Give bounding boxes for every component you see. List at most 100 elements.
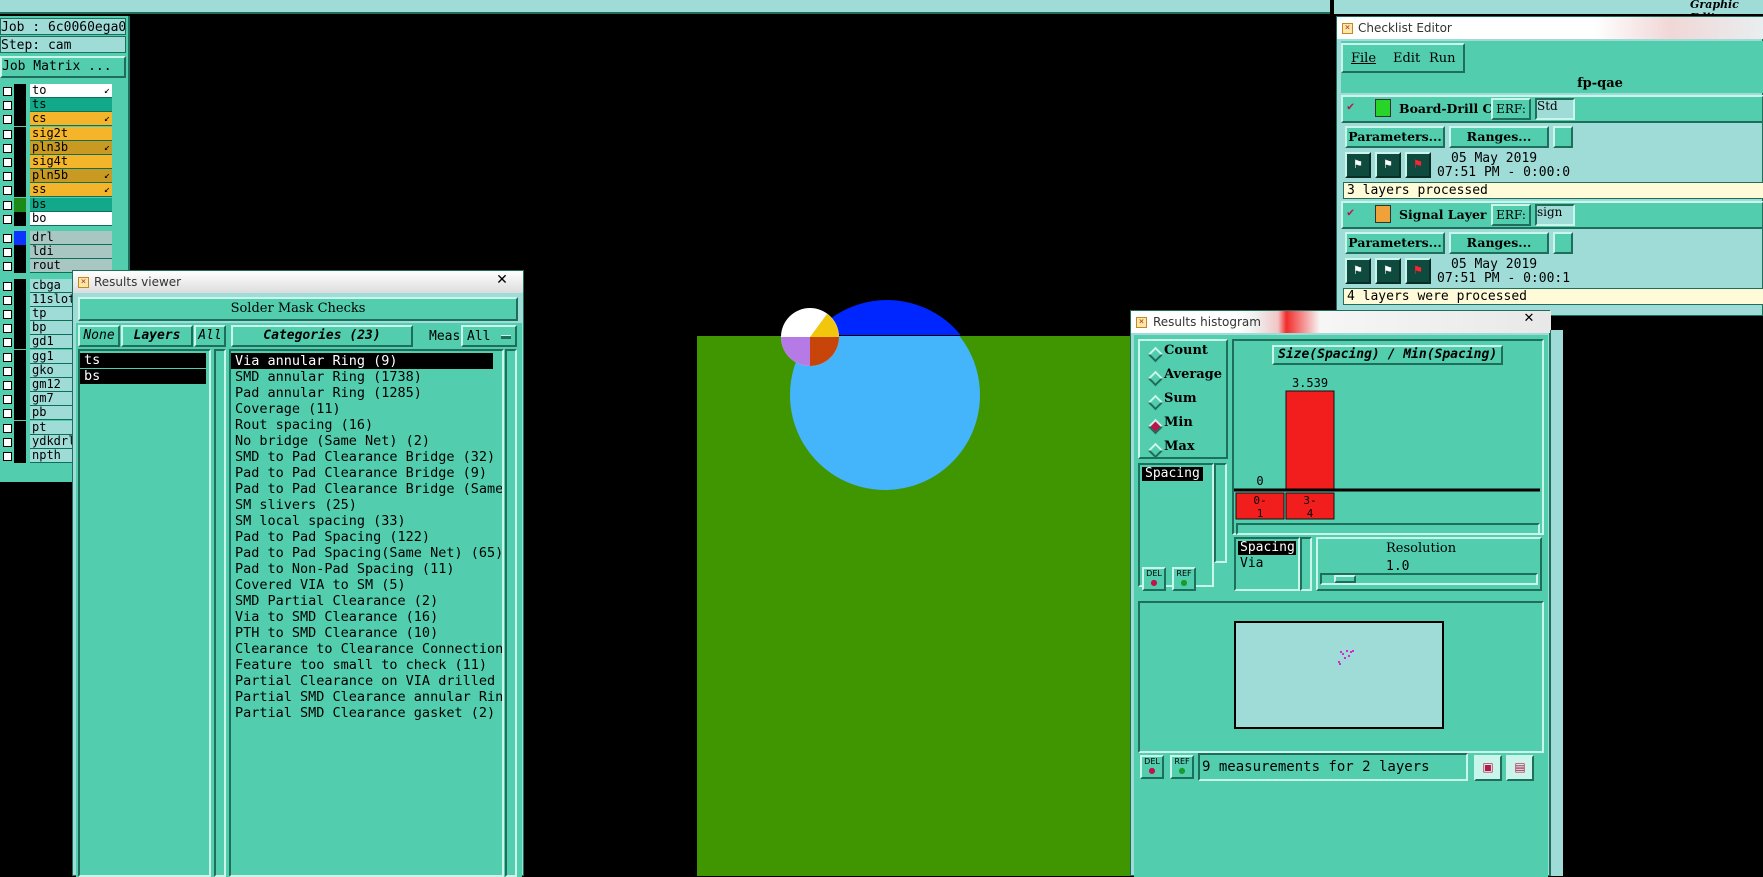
del-button-bottom[interactable]: DEL ●	[1140, 755, 1164, 779]
type-list-scrollbar[interactable]	[1300, 537, 1312, 591]
layer-checkbox[interactable]	[3, 409, 12, 419]
layer-checkbox[interactable]	[3, 324, 12, 334]
parameters-button[interactable]: Parameters...	[1345, 126, 1445, 148]
layer-checkbox[interactable]	[3, 338, 12, 348]
layer-name[interactable]: drl	[30, 231, 112, 245]
more-button[interactable]	[1553, 232, 1573, 254]
category-list-item[interactable]: Via to SMD Clearance (16)	[231, 609, 438, 625]
run-icon[interactable]: ⚑	[1345, 152, 1371, 178]
mode-radio-max[interactable]	[1147, 442, 1164, 459]
category-list-item[interactable]: Via annular Ring (9)	[231, 353, 493, 369]
layer-checkbox[interactable]	[3, 423, 12, 433]
category-list-item[interactable]: Feature too small to check (11)	[231, 657, 487, 673]
layer-checkbox[interactable]	[3, 129, 12, 139]
mode-label-max[interactable]: Max	[1164, 439, 1195, 454]
mode-radio-sum[interactable]	[1147, 394, 1164, 411]
preview-area[interactable]	[1234, 621, 1444, 729]
more-button[interactable]	[1553, 126, 1573, 148]
category-list-item[interactable]: SM local spacing (33)	[231, 513, 406, 529]
category-list-item[interactable]: Pad to Non-Pad Spacing (11)	[231, 561, 454, 577]
category-list-item[interactable]: PTH to SMD Clearance (10)	[231, 625, 438, 641]
export-icon[interactable]: ▣	[1474, 755, 1502, 781]
erf-label[interactable]: ERF:	[1491, 204, 1531, 226]
close-icon[interactable]: ✕	[1519, 311, 1539, 327]
category-list-item[interactable]: SM slivers (25)	[231, 497, 357, 513]
layer-checkbox[interactable]	[3, 200, 12, 210]
resolution-slider[interactable]	[1320, 573, 1538, 585]
type-item-via[interactable]: Via	[1238, 557, 1263, 571]
layer-checkbox[interactable]	[3, 214, 12, 224]
layer-name[interactable]: ldi	[30, 245, 112, 260]
menu-run[interactable]: Run	[1429, 51, 1456, 66]
layer-checkbox[interactable]	[3, 115, 12, 125]
report-icon[interactable]: ▤	[1506, 755, 1534, 781]
layer-list-item[interactable]: bs	[80, 369, 206, 384]
layer-name[interactable]: pln3b ↙	[30, 140, 112, 155]
layer-name[interactable]: bs	[30, 197, 112, 212]
layer-name[interactable]: ss ↙	[30, 183, 112, 198]
layer-checkbox[interactable]	[3, 295, 12, 305]
resolution-slider-thumb[interactable]	[1334, 575, 1356, 583]
category-list-item[interactable]: Pad to Pad Spacing (122)	[231, 529, 430, 545]
layer-checkbox[interactable]	[3, 281, 12, 291]
layer-name[interactable]: sig4t	[30, 155, 112, 169]
category-list-item[interactable]: Pad to Pad Spacing(Same Net) (65)	[231, 545, 502, 561]
layer-name[interactable]: sig2t	[30, 126, 112, 141]
layer-name[interactable]: cs ↙	[30, 112, 112, 127]
ref-button-bottom[interactable]: REF ●	[1170, 755, 1194, 779]
category-list-item[interactable]: Partial SMD Clearance annular Rin	[231, 689, 502, 705]
run-icon[interactable]: ⚑	[1345, 258, 1371, 284]
layer-checkbox[interactable]	[3, 310, 12, 319]
mode-radio-count[interactable]	[1147, 346, 1164, 363]
category-list-item[interactable]: Coverage (11)	[231, 401, 341, 417]
type-list[interactable]: Spacing Via	[1234, 537, 1300, 591]
check-enable-icon[interactable]: ✔	[1347, 100, 1357, 112]
meas-dropdown[interactable]: All	[461, 325, 517, 347]
category-list-item[interactable]: SMD Partial Clearance (2)	[231, 593, 438, 609]
mode-label-min[interactable]: Min	[1164, 415, 1193, 430]
categories-list[interactable]: Via annular Ring (9) SMD annular Ring (17…	[229, 349, 504, 877]
mode-radio-min[interactable]	[1147, 418, 1164, 435]
layer-checkbox[interactable]	[3, 381, 12, 390]
layer-checkbox[interactable]	[3, 437, 12, 447]
checklist-titlebar[interactable]: × Checklist Editor	[1337, 17, 1763, 39]
categories-scrollbar[interactable]	[505, 349, 517, 877]
category-list-item[interactable]: No bridge (Same Net) (2)	[231, 433, 430, 449]
job-matrix-button[interactable]: Job Matrix ...	[0, 56, 126, 78]
histogram-titlebar[interactable]: × Results histogram ✕	[1131, 311, 1551, 333]
check-enable-icon[interactable]: ✔	[1347, 206, 1357, 218]
layer-checkbox[interactable]	[3, 101, 12, 111]
layers-scrollbar[interactable]	[214, 349, 226, 877]
ranges-button[interactable]: Ranges...	[1449, 126, 1549, 148]
layer-checkbox[interactable]	[3, 262, 12, 272]
layers-button[interactable]: Layers	[121, 325, 193, 347]
mode-label-count[interactable]: Count	[1164, 343, 1208, 358]
category-list-item[interactable]: Partial Clearance on VIA drilled	[231, 673, 495, 689]
erf-label[interactable]: ERF:	[1491, 98, 1531, 120]
layer-checkbox[interactable]	[3, 366, 12, 376]
layer-name[interactable]: to ↙	[30, 84, 112, 98]
stop-icon[interactable]: ⚑	[1405, 258, 1431, 284]
category-list-item[interactable]: Covered VIA to SM (5)	[231, 577, 406, 593]
erf-value[interactable]: Std	[1535, 98, 1575, 120]
category-list-item[interactable]: Clearance to Clearance Connection	[231, 641, 502, 657]
spacing-list-scrollbar[interactable]	[1214, 463, 1227, 563]
category-list-item[interactable]: Pad annular Ring (1285)	[231, 385, 422, 401]
mode-radio-average[interactable]	[1147, 370, 1164, 387]
layer-checkbox[interactable]	[3, 234, 12, 243]
layer-checkbox[interactable]	[3, 143, 12, 153]
category-list-item[interactable]: Pad to Pad Clearance Bridge (Same	[231, 481, 502, 497]
layer-checkbox[interactable]	[3, 352, 12, 362]
layer-checkbox[interactable]	[3, 87, 12, 96]
category-list-item[interactable]: Rout spacing (16)	[231, 417, 373, 433]
close-icon[interactable]: ✕	[487, 271, 517, 289]
category-list-item[interactable]: Partial SMD Clearance gasket (2)	[231, 705, 495, 721]
category-list-item[interactable]: SMD annular Ring (1738)	[231, 369, 422, 385]
layer-checkbox[interactable]	[3, 248, 12, 258]
spacing-list-item[interactable]: Spacing	[1142, 467, 1203, 481]
mode-label-average[interactable]: Average	[1164, 367, 1222, 382]
layers-list[interactable]: ts bs	[78, 349, 211, 877]
menu-edit[interactable]: Edit	[1393, 51, 1420, 66]
parameters-button[interactable]: Parameters...	[1345, 232, 1445, 254]
layer-checkbox[interactable]	[3, 172, 12, 182]
